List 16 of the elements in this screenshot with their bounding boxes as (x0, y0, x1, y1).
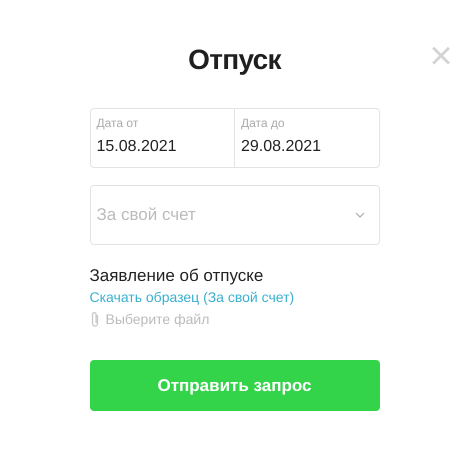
paperclip-icon (90, 311, 100, 328)
date-field[interactable]: Дата до 29.08.2021 (234, 109, 378, 167)
submit-button[interactable]: Отправить запрос (90, 360, 380, 411)
download-link[interactable]: Скачать образец (За свой счет) (90, 287, 380, 307)
field-label: Дата до (241, 115, 286, 131)
chevron-down-icon (354, 212, 364, 218)
attachment-label: Заявление об отпуске (90, 265, 264, 287)
field-value: 29.08.2021 (241, 137, 322, 157)
date-field[interactable]: Дата от 15.08.2021 (90, 109, 234, 167)
close-button[interactable]: × (426, 36, 456, 76)
type-select[interactable]: За свой счет (90, 185, 380, 245)
field-label: Дата от (96, 115, 140, 131)
select-placeholder: За свой счет (96, 204, 196, 226)
file-picker[interactable]: Выберите файл (106, 309, 210, 330)
field-value: 15.08.2021 (96, 137, 178, 157)
dialog-title: Отпуск (188, 43, 281, 77)
